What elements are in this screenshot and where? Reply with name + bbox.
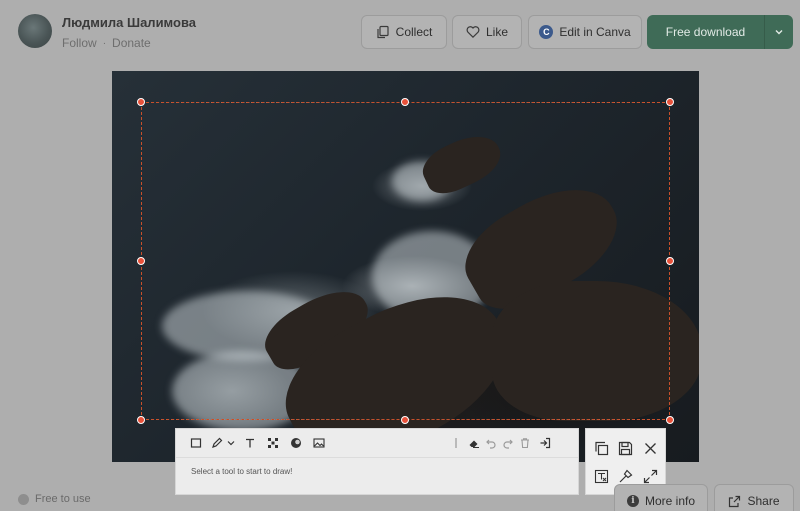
chevron-down-icon (227, 441, 235, 446)
canva-logo-icon: C (539, 25, 554, 39)
text-icon (246, 438, 254, 448)
text-tool[interactable] (243, 436, 257, 450)
collect-label: Collect (395, 25, 433, 39)
separator: · (102, 37, 107, 49)
like-label: Like (485, 25, 508, 39)
close-icon (644, 442, 656, 454)
blur-tool[interactable] (289, 436, 303, 450)
download-options-toggle[interactable] (765, 27, 793, 37)
donate-link[interactable]: Donate (112, 36, 151, 50)
collection-icon (377, 25, 389, 39)
blur-icon (291, 438, 301, 448)
copy-icon (594, 441, 608, 455)
drawing-hint: Select a tool to start to draw! (191, 467, 293, 476)
rectangle-icon (190, 438, 202, 448)
eraser-tool[interactable] (467, 436, 481, 450)
save-icon (618, 441, 632, 455)
pen-tool[interactable] (210, 436, 224, 450)
fullscreen-icon (643, 469, 657, 483)
pen-options-dropdown[interactable] (224, 436, 238, 450)
ocr-button[interactable] (592, 467, 610, 485)
share-icon (729, 495, 741, 507)
author-links: Follow · Donate (62, 36, 151, 50)
resize-handle-right[interactable] (666, 257, 674, 265)
resize-handle-top-left[interactable] (137, 98, 145, 106)
share-label: Share (747, 494, 780, 508)
redo-icon (503, 439, 513, 449)
mosaic-tool[interactable] (266, 436, 280, 450)
resize-handle-top-right[interactable] (666, 98, 674, 106)
delete-icon (521, 438, 529, 449)
mosaic-icon (268, 438, 278, 448)
copy-button[interactable] (592, 439, 610, 457)
eraser-icon (469, 440, 479, 448)
undo-button[interactable] (484, 436, 498, 450)
divider-line (455, 438, 457, 448)
edit-in-canva-label: Edit in Canva (559, 25, 631, 39)
toolbar-divider (454, 436, 458, 450)
resize-handle-top[interactable] (401, 98, 409, 106)
image-tool[interactable] (312, 436, 326, 450)
author-name[interactable]: Людмила Шалимова (62, 15, 196, 30)
fullscreen-button[interactable] (641, 467, 659, 485)
license-info: Free to use (18, 493, 91, 505)
resize-handle-bottom[interactable] (401, 416, 409, 424)
like-button[interactable]: Like (452, 15, 522, 49)
info-icon: i (626, 495, 639, 507)
tool-row (176, 429, 578, 458)
capture-selection-frame[interactable] (141, 102, 670, 420)
redo-button[interactable] (501, 436, 515, 450)
heart-icon (466, 26, 480, 39)
follow-link[interactable]: Follow (62, 36, 97, 50)
save-button[interactable] (616, 439, 634, 457)
more-info-button[interactable]: i More info (614, 484, 708, 511)
share-button[interactable]: Share (714, 484, 794, 511)
exit-drawing-button[interactable] (538, 436, 552, 450)
rectangle-tool[interactable] (189, 436, 203, 450)
close-button[interactable] (641, 439, 659, 457)
pin-button[interactable] (616, 467, 634, 485)
ocr-icon (594, 469, 608, 483)
free-download-label: Free download (665, 25, 746, 39)
resize-handle-bottom-left[interactable] (137, 416, 145, 424)
edit-in-canva-button[interactable]: C Edit in Canva (528, 15, 642, 49)
check-circle-icon (18, 493, 29, 505)
collect-button[interactable]: Collect (361, 15, 447, 49)
chevron-down-icon (775, 30, 783, 35)
more-info-label: More info (644, 494, 696, 508)
undo-icon (486, 439, 496, 449)
drawing-toolbar: Select a tool to start to draw! (175, 428, 579, 495)
pin-icon (619, 469, 632, 482)
image-icon (313, 438, 325, 448)
license-label: Free to use (35, 493, 91, 505)
resize-handle-left[interactable] (137, 257, 145, 265)
exit-icon (540, 437, 551, 449)
free-download-button[interactable]: Free download (647, 15, 793, 49)
author-avatar[interactable] (18, 14, 52, 48)
resize-handle-bottom-right[interactable] (666, 416, 674, 424)
pen-icon (212, 437, 223, 448)
delete-button[interactable] (518, 436, 532, 450)
